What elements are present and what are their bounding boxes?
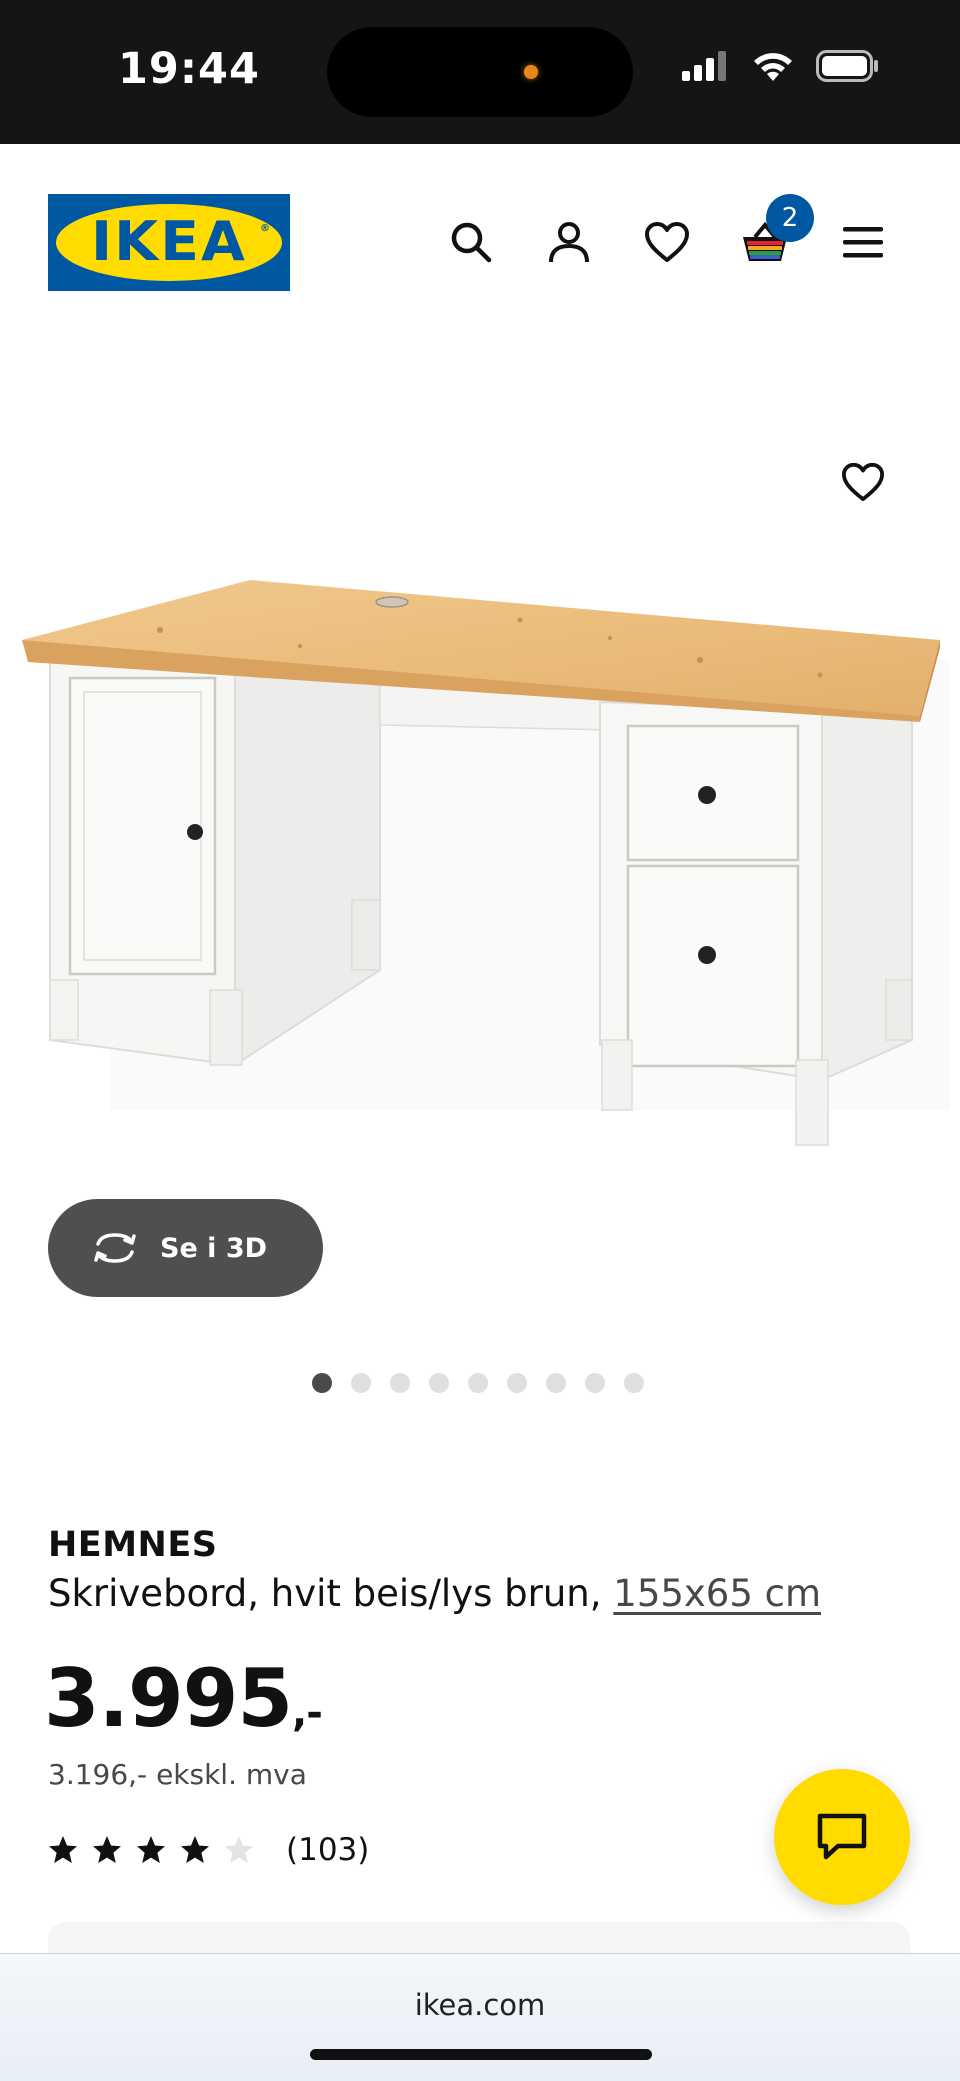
star-icon [225,1836,253,1863]
cellular-signal-icon [682,51,726,81]
carousel-dot[interactable] [468,1373,488,1393]
desk-illustration [22,580,950,1146]
carousel-dot[interactable] [507,1373,527,1393]
cart-count-badge: 2 [766,194,814,242]
favourites-button[interactable] [637,212,697,272]
camera-indicator-icon [524,65,538,79]
product-image[interactable] [0,420,960,1210]
home-indicator[interactable] [310,2049,652,2060]
star-icon [49,1836,77,1863]
ikea-logo[interactable]: IKEA ® [48,194,290,291]
url-text[interactable]: ikea.com [0,1988,960,2022]
carousel-dot[interactable] [585,1373,605,1393]
product-description-text: Skrivebord, hvit beis/lys brun, [48,1572,602,1615]
product-size-link[interactable]: 155x65 cm [613,1572,821,1615]
view-3d-label: Se i 3D [160,1232,268,1264]
price-suffix: ,- [292,1690,323,1736]
heart-icon [645,222,689,262]
chat-icon [817,1813,867,1860]
carousel-dot[interactable] [429,1373,449,1393]
star-icon [137,1836,165,1863]
status-time: 19:44 [118,44,260,94]
star-icon [93,1836,121,1863]
price-value: 3.995 [44,1652,293,1745]
search-icon [451,222,492,263]
product-description: Skrivebord, hvit beis/lys brun, 155x65 c… [48,1572,821,1615]
product-name: HEMNES [48,1525,218,1565]
dynamic-island [327,27,633,117]
search-button[interactable] [441,212,501,272]
rating-stars [48,1835,254,1865]
chat-button[interactable] [774,1769,910,1905]
registered-mark: ® [260,223,270,234]
menu-button[interactable] [833,212,893,272]
view-3d-button[interactable]: Se i 3D [48,1199,323,1297]
rotate-3d-icon [94,1233,136,1263]
price-ex-vat: 3.196,- ekskl. mva [48,1758,307,1791]
carousel-dot[interactable] [624,1373,644,1393]
status-bar: 19:44 [0,0,960,144]
profile-button[interactable] [539,212,599,272]
carousel-indicator [312,1373,644,1393]
site-header: IKEA ® 2 [0,144,960,314]
heart-icon [842,462,884,502]
product-price: 3.995,- [44,1652,323,1745]
carousel-dot[interactable] [390,1373,410,1393]
logo-text: IKEA [90,210,248,273]
profile-icon [549,222,589,263]
browser-address-bar[interactable]: ikea.com [0,1953,960,2081]
star-icon [181,1836,209,1863]
carousel-dot[interactable] [312,1373,332,1393]
carousel-dot[interactable] [546,1373,566,1393]
status-icons [682,50,880,82]
wifi-icon [754,53,792,81]
battery-icon [816,50,878,82]
carousel-dot[interactable] [351,1373,371,1393]
review-count: (103) [286,1832,370,1868]
product-favourite-button[interactable] [833,452,893,512]
menu-icon [843,227,883,258]
product-rating[interactable]: (103) [48,1832,369,1868]
